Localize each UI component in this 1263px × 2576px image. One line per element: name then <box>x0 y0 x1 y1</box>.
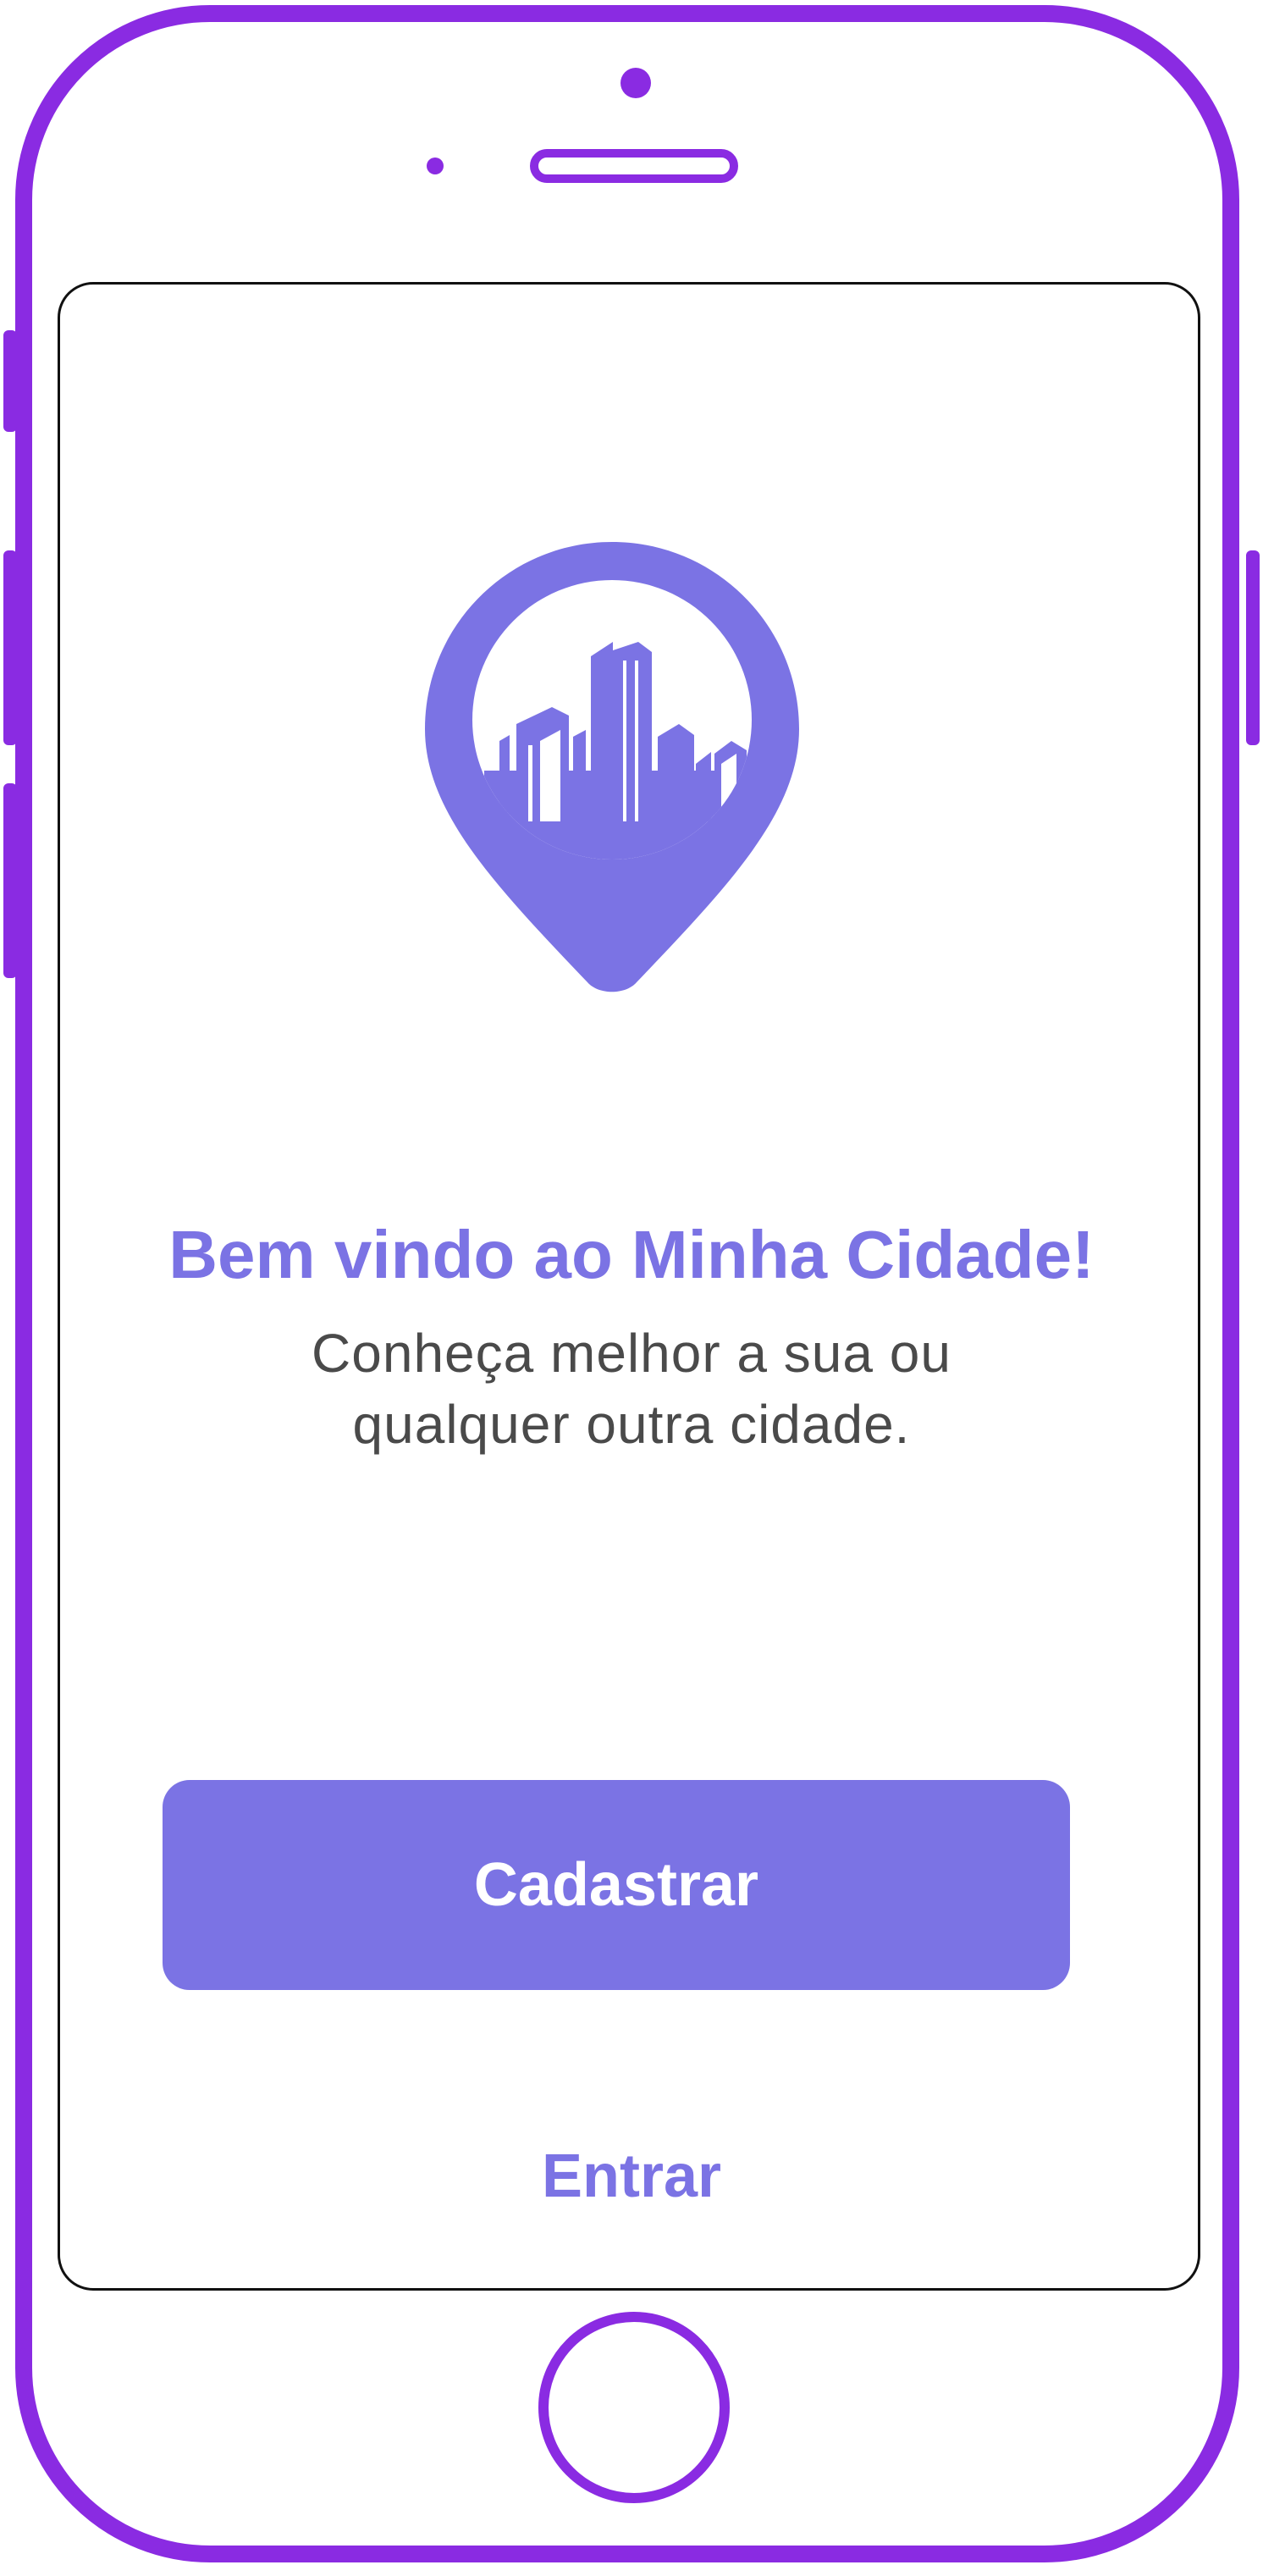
welcome-subtitle-line-1: Conheça melhor a sua ou <box>312 1323 951 1384</box>
device-power-button <box>1246 550 1260 745</box>
city-map-pin-icon <box>425 542 799 992</box>
signup-button[interactable]: Cadastrar <box>163 1780 1070 1990</box>
proximity-sensor <box>427 158 444 174</box>
front-camera <box>620 68 651 98</box>
device-volume-up-button <box>3 550 17 745</box>
device-volume-down-button <box>3 783 17 978</box>
welcome-subtitle: Conheça melhor a sua ou qualquer outra c… <box>0 1318 1263 1460</box>
welcome-title: Bem vindo ao Minha Cidade! <box>168 1217 1095 1292</box>
login-link[interactable]: Entrar <box>0 2134 1263 2219</box>
welcome-subtitle-line-2: qualquer outra cidade. <box>352 1394 911 1455</box>
earpiece-speaker <box>530 149 738 183</box>
device-mute-switch <box>3 330 17 432</box>
device-home-button[interactable] <box>538 2312 730 2503</box>
